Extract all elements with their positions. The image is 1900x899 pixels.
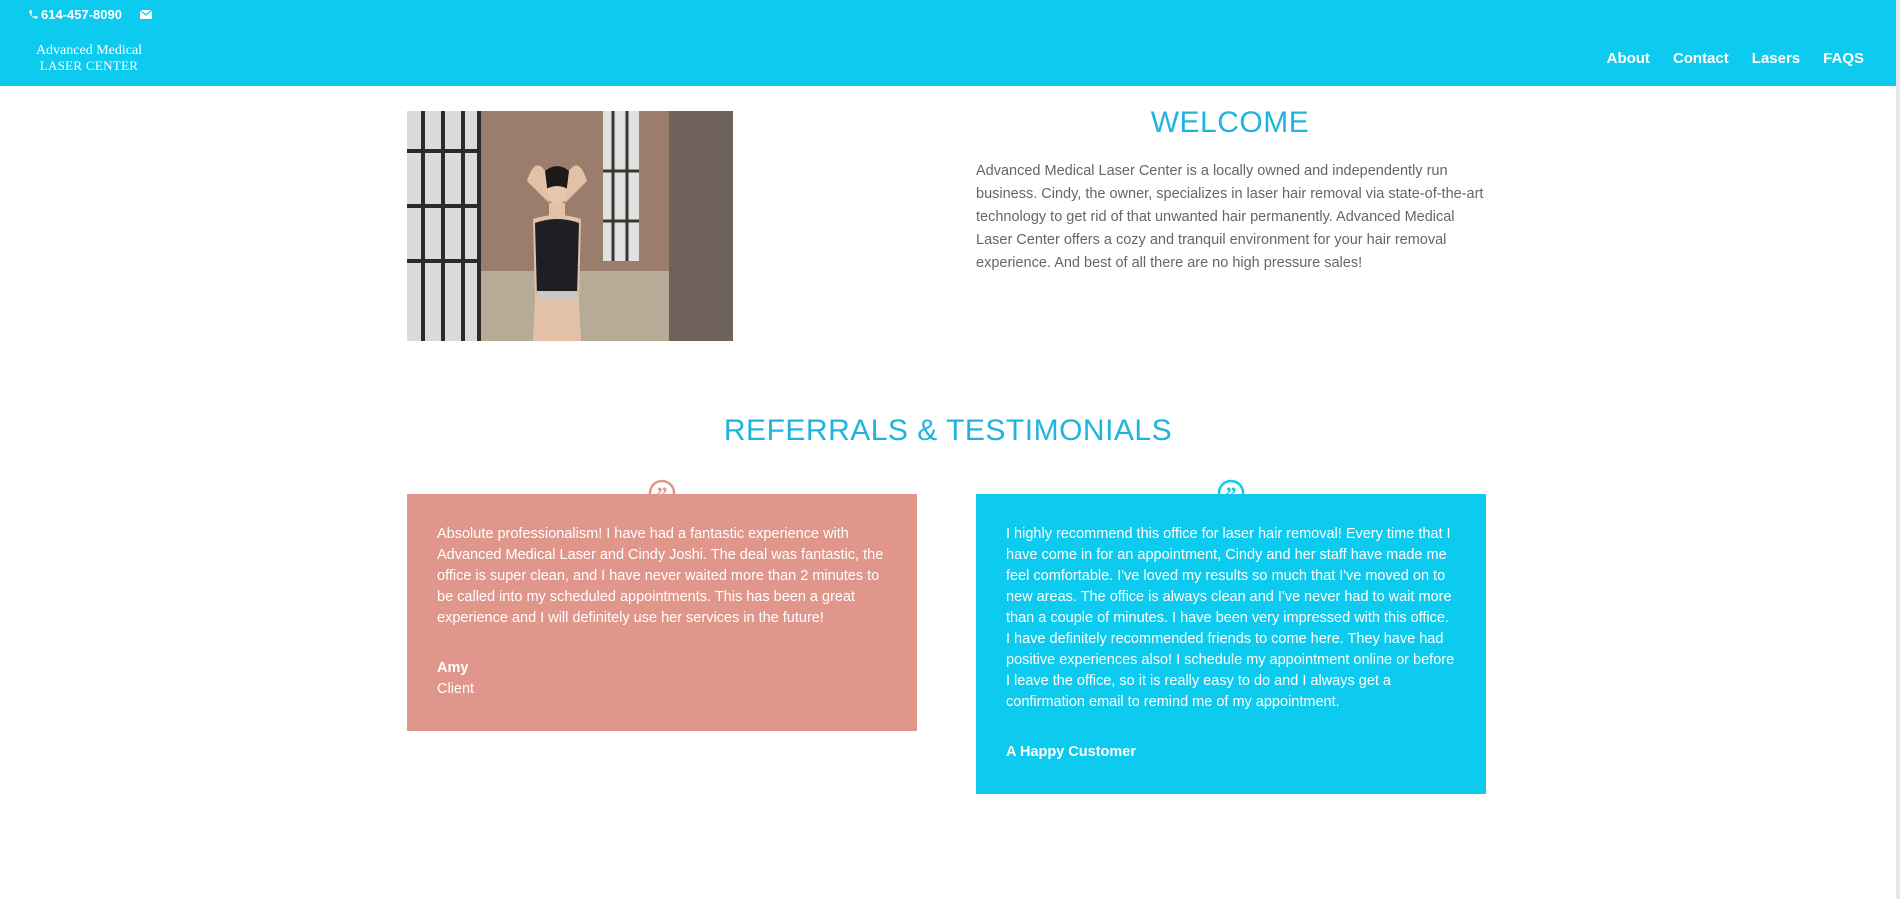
top-contact-bar: 614-457-8090 (26, 6, 153, 22)
welcome-heading: WELCOME (1150, 106, 1310, 139)
logo-line-1: Advanced Medical (35, 43, 143, 58)
phone-number[interactable]: 614-457-8090 (41, 7, 122, 22)
nav-item-faqs[interactable]: FAQS (1823, 50, 1864, 67)
site-logo[interactable]: Advanced Medical LASER CENTER (34, 43, 144, 73)
testimonial-text: Absolute professionalism! I have had a f… (437, 526, 884, 626)
nav-item-about[interactable]: About (1607, 50, 1650, 67)
testimonial-text: I highly recommend this office for laser… (1006, 526, 1455, 710)
testimonial-role: Client (437, 681, 475, 697)
logo-line-2: LASER CENTER (39, 58, 139, 73)
site-header: 614-457-8090 Advanced Medical LASER CENT… (0, 0, 1896, 86)
welcome-text: Advanced Medical Laser Center is a local… (976, 163, 1484, 271)
phone-icon (26, 7, 40, 21)
nav-item-lasers[interactable]: Lasers (1752, 50, 1800, 67)
testimonial-author: A Happy Customer (1006, 744, 1136, 760)
testimonial-author: Amy (437, 660, 469, 676)
testimonial-card: Absolute professionalism! I have had a f… (407, 494, 917, 731)
nav-item-contact[interactable]: Contact (1673, 50, 1729, 67)
mail-icon[interactable] (139, 7, 153, 21)
testimonial-card: I highly recommend this office for laser… (976, 494, 1486, 794)
testimonials-heading: REFERRALS & TESTIMONIALS (723, 414, 1173, 447)
main-nav: About Contact Lasers FAQS (1607, 50, 1864, 67)
page-scrollbar[interactable] (1896, 0, 1900, 899)
hero-photo (407, 111, 733, 341)
